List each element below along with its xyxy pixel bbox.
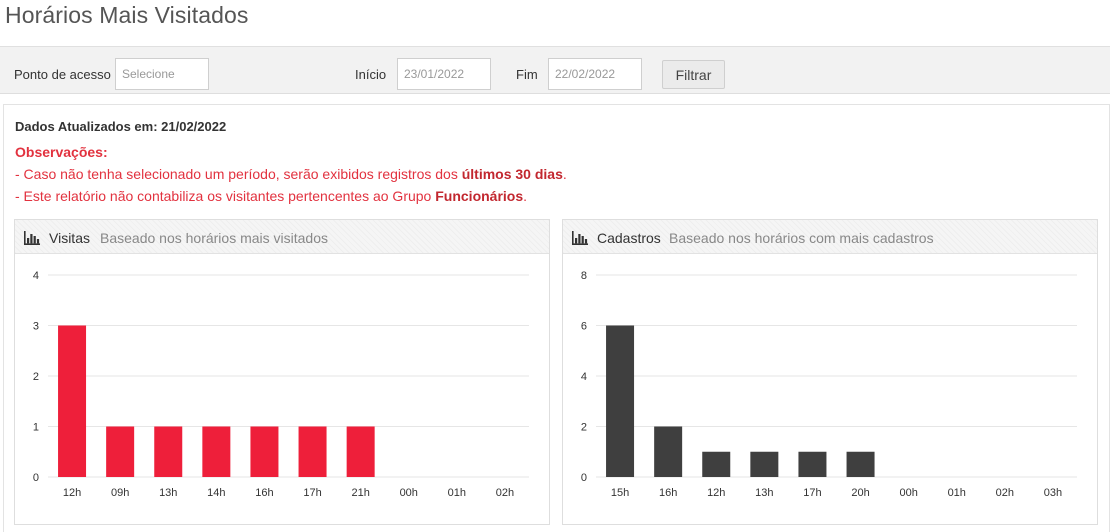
visits-bar-09h[interactable] — [106, 426, 135, 478]
visits-x-tick-label: 16h — [255, 487, 273, 499]
visits-bar-21h[interactable] — [346, 426, 375, 478]
visits-bar-17h[interactable] — [298, 426, 327, 478]
visits-x-tick-label: 09h — [111, 487, 129, 499]
registrations-y-tick-label: 2 — [581, 422, 587, 434]
visits-y-tick-label: 0 — [33, 472, 39, 484]
registrations-bar-13h[interactable] — [750, 451, 779, 477]
visits-y-tick-label: 3 — [33, 321, 39, 333]
filter-bar: Ponto de acesso Início Fim Filtrar — [0, 46, 1110, 94]
filter-button[interactable]: Filtrar — [662, 60, 725, 89]
registrations-y-tick-label: 6 — [581, 321, 587, 333]
access-point-label: Ponto de acesso — [14, 67, 111, 82]
registrations-panel-subtitle: Baseado nos horários com mais cadastros — [669, 230, 934, 246]
registrations-bar-20h[interactable] — [846, 451, 875, 477]
visits-x-tick-label: 21h — [351, 487, 369, 499]
registrations-x-tick-label: 00h — [899, 487, 917, 499]
registrations-x-tick-label: 15h — [611, 487, 629, 499]
observation-1: - Caso não tenha selecionado um período,… — [15, 166, 567, 182]
start-date-label: Início — [355, 67, 387, 82]
visits-y-tick-label: 4 — [33, 270, 39, 282]
registrations-panel-header: Cadastros Baseado nos horários com mais … — [563, 220, 1097, 254]
registrations-x-tick-label: 17h — [803, 487, 821, 499]
registrations-y-tick-label: 0 — [581, 472, 587, 484]
visits-bar-16h[interactable] — [250, 426, 279, 478]
registrations-bar-chart: 0 2 4 6 8 15h 16h 12h 13h 17h 20h 00h 01h 02h 03h — [581, 270, 1077, 499]
registrations-bar-17h[interactable] — [798, 451, 827, 477]
registrations-x-tick-label: 20h — [851, 487, 869, 499]
visits-panel-title: Visitas — [49, 230, 90, 246]
visits-x-tick-label: 01h — [448, 487, 466, 499]
observation-1-text: - Caso não tenha selecionado um período,… — [15, 166, 462, 182]
visits-chart-panel: Visitas Baseado nos horários mais visita… — [14, 219, 550, 525]
start-date-input[interactable] — [397, 58, 491, 90]
registrations-y-tick-label: 4 — [581, 371, 587, 383]
registrations-panel-title: Cadastros — [597, 230, 661, 246]
registrations-bar-12h[interactable] — [702, 451, 731, 477]
registrations-x-tick-label: 16h — [659, 487, 677, 499]
registrations-x-tick-label: 13h — [755, 487, 773, 499]
registrations-bar-16h[interactable] — [654, 426, 683, 478]
visits-bar-12h[interactable] — [58, 325, 87, 478]
registrations-x-tick-label: 01h — [948, 487, 966, 499]
visits-bar-14h[interactable] — [202, 426, 231, 478]
visits-x-tick-label: 13h — [159, 487, 177, 499]
visits-x-tick-label: 12h — [63, 487, 81, 499]
observation-1-highlight: últimos 30 dias — [461, 166, 563, 182]
observation-1-end: . — [562, 166, 567, 182]
page-title: Horários Mais Visitados — [5, 2, 249, 28]
registrations-x-tick-label: 03h — [1044, 487, 1062, 499]
end-date-label: Fim — [516, 67, 538, 82]
bar-chart-icon — [572, 231, 588, 245]
registrations-x-tick-label: 12h — [707, 487, 725, 499]
visits-bar-chart: 0 1 2 3 4 12h 09h 13h 14h 16h 17h 21h 00h 01h 02h — [33, 270, 529, 499]
registrations-chart-panel: Cadastros Baseado nos horários com mais … — [562, 219, 1098, 525]
access-point-select[interactable] — [115, 58, 209, 90]
visits-x-tick-label: 14h — [207, 487, 225, 499]
visits-bar-13h[interactable] — [154, 426, 183, 478]
observations-title: Observações: — [15, 144, 108, 160]
visits-y-tick-label: 1 — [33, 422, 39, 434]
visits-panel-subtitle: Baseado nos horários mais visitados — [100, 230, 329, 246]
registrations-x-tick-label: 02h — [996, 487, 1014, 499]
updated-date: Dados Atualizados em: 21/02/2022 — [15, 119, 227, 134]
observation-2-highlight: Funcionários — [435, 188, 524, 204]
end-date-input[interactable] — [548, 58, 642, 90]
observation-2: - Este relatório não contabiliza os visi… — [15, 188, 527, 204]
visits-x-tick-label: 00h — [400, 487, 418, 499]
observation-2-text: - Este relatório não contabiliza os visi… — [15, 188, 436, 204]
registrations-y-tick-label: 8 — [581, 270, 587, 282]
registrations-bar-15h[interactable] — [606, 325, 635, 478]
visits-x-tick-label: 02h — [496, 487, 514, 499]
visits-panel-header: Visitas Baseado nos horários mais visita… — [15, 220, 549, 254]
visits-y-tick-label: 2 — [33, 371, 39, 383]
bar-chart-icon — [24, 231, 40, 245]
visits-x-tick-label: 17h — [303, 487, 321, 499]
observation-2-end: . — [523, 188, 528, 204]
